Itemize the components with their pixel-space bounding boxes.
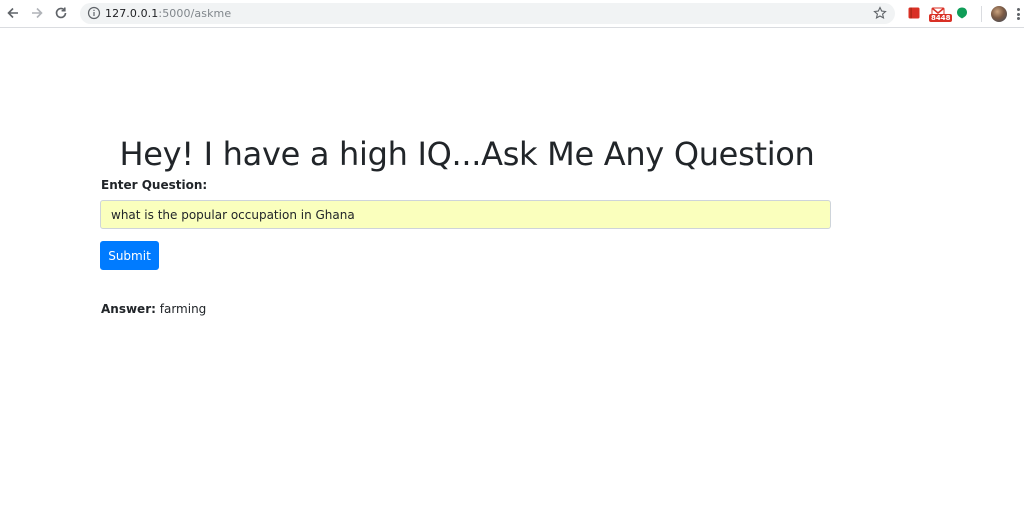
forward-button[interactable]	[28, 4, 46, 22]
reload-button[interactable]	[52, 4, 70, 22]
mail-count-badge: 8448	[929, 14, 953, 22]
info-icon[interactable]	[87, 6, 101, 20]
submit-button[interactable]: Submit	[100, 241, 159, 270]
avatar[interactable]	[991, 6, 1007, 22]
arrow-left-icon	[7, 7, 18, 19]
reload-icon	[55, 7, 67, 19]
answer-value: farming	[159, 302, 207, 316]
answer-label: Answer:	[101, 302, 156, 316]
url-text[interactable]: 127.0.0.1:5000/askme	[105, 6, 231, 21]
browser-toolbar: 127.0.0.1:5000/askme 8448	[0, 0, 1024, 28]
green-leaf-icon[interactable]	[955, 6, 969, 20]
red-book-icon[interactable]	[907, 6, 921, 20]
address-bar[interactable]: 127.0.0.1:5000/askme	[80, 3, 895, 24]
arrow-right-icon	[32, 7, 43, 19]
question-input[interactable]	[100, 200, 831, 229]
url-path: :5000/askme	[158, 7, 232, 20]
url-host: 127.0.0.1	[105, 7, 159, 20]
question-label: Enter Question:	[101, 178, 208, 192]
answer-row: Answer: farming	[101, 302, 206, 316]
kebab-menu-icon[interactable]	[1017, 8, 1021, 20]
back-button[interactable]	[4, 4, 22, 22]
toolbar-divider	[981, 6, 982, 22]
star-icon[interactable]	[873, 6, 887, 20]
page-title: Hey! I have a high IQ...Ask Me Any Quest…	[119, 135, 815, 173]
